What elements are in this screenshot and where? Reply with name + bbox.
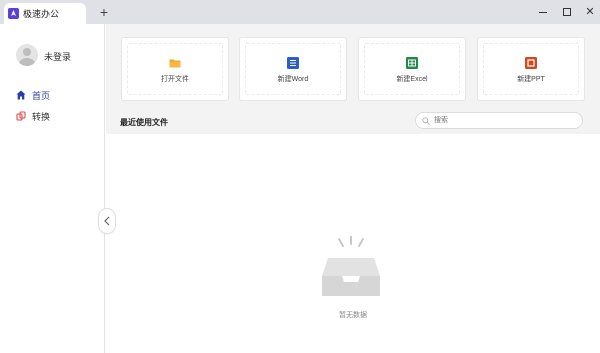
card-border — [483, 43, 579, 95]
folder-icon — [169, 59, 181, 68]
card-label: 新建PPT — [517, 76, 545, 83]
avatar[interactable] — [16, 44, 38, 66]
search-icon — [422, 116, 430, 125]
close-icon: ✕ — [585, 6, 595, 18]
minimize-button[interactable] — [537, 6, 549, 18]
ppt-icon — [525, 57, 537, 69]
maximize-button[interactable] — [561, 6, 573, 18]
sidebar-collapse-button[interactable] — [98, 208, 116, 234]
close-button[interactable]: ✕ — [584, 6, 596, 18]
new-word-card[interactable]: 新建Word — [239, 37, 347, 101]
sidebar-item-convert[interactable]: 转换 — [16, 109, 50, 123]
card-border — [127, 43, 223, 95]
tab-title: 极速办公 — [23, 9, 60, 19]
main-content: 打开文件 新建Word 新建Excel 新建PPT 最近使用文件 搜索 暂无数据 — [106, 24, 600, 353]
empty-box-icon — [322, 236, 380, 296]
card-label: 新建Word — [277, 76, 309, 83]
convert-icon — [16, 111, 26, 121]
search-input[interactable] — [434, 114, 574, 127]
app-window: 未登录 首页 转换 打开文件 新建Word 新建Excel 新建PPT 最近使用… — [0, 24, 600, 353]
excel-icon — [406, 57, 418, 69]
word-icon — [287, 57, 299, 69]
app-tab[interactable]: 极速办公 — [4, 3, 86, 24]
card-label: 打开文件 — [161, 76, 189, 83]
card-label: 新建Excel — [396, 76, 428, 83]
home-icon — [16, 90, 26, 100]
chevron-left-icon — [104, 216, 110, 226]
new-excel-card[interactable]: 新建Excel — [358, 37, 466, 101]
maximize-icon — [563, 8, 571, 16]
recent-files-title: 最近使用文件 — [120, 118, 168, 127]
sidebar-item-label: 首页 — [32, 90, 51, 101]
card-border — [364, 43, 460, 95]
quick-actions-area: 打开文件 新建Word 新建Excel 新建PPT 最近使用文件 搜索 — [106, 24, 600, 134]
app-logo-icon — [8, 8, 19, 19]
card-border — [245, 43, 341, 95]
username-label[interactable]: 未登录 — [44, 50, 71, 63]
search-box[interactable] — [415, 112, 583, 129]
new-tab-button[interactable]: + — [97, 5, 111, 19]
open-file-card[interactable]: 打开文件 — [121, 37, 229, 101]
empty-state-text: 暂无数据 — [339, 312, 367, 319]
minimize-icon — [539, 11, 547, 13]
new-ppt-card[interactable]: 新建PPT — [477, 37, 585, 101]
sidebar: 未登录 首页 转换 — [0, 24, 105, 353]
title-bar: 极速办公 + ✕ — [0, 0, 600, 24]
sidebar-item-home[interactable]: 首页 — [16, 88, 50, 102]
sidebar-item-label: 转换 — [32, 111, 51, 122]
